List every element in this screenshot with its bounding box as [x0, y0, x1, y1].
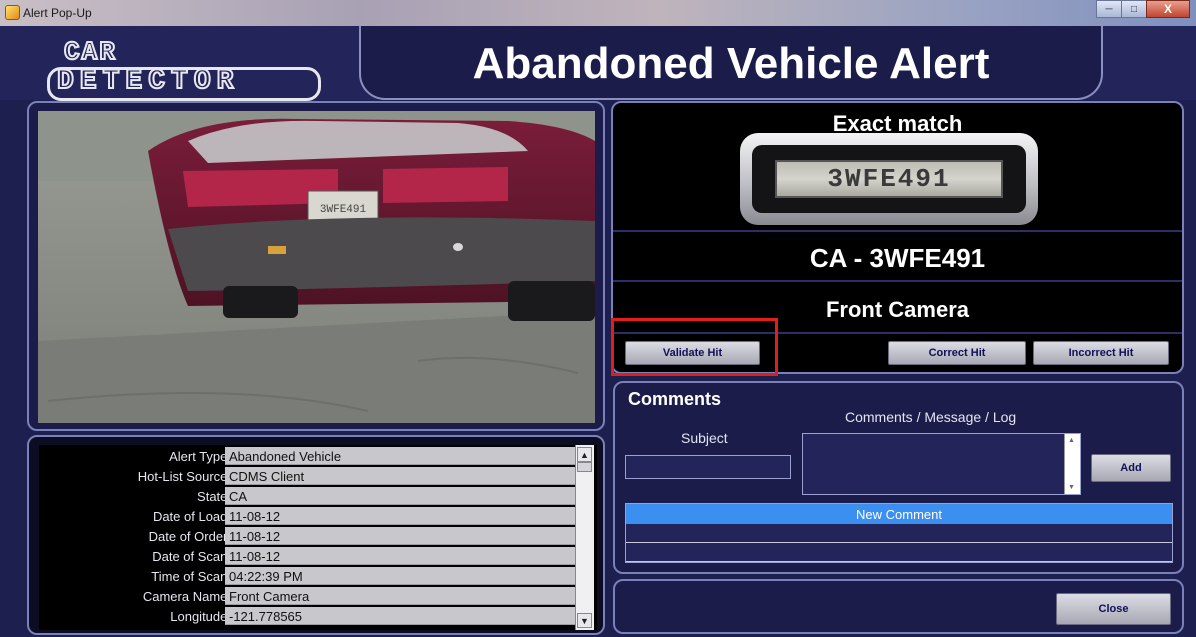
detail-row-alert-type: Alert Type: Abandoned Vehicle: [39, 447, 597, 466]
close-button[interactable]: Close: [1056, 593, 1171, 625]
detail-label: Alert Type:: [169, 449, 231, 464]
detail-row-hot-list-source: Hot-List Source: CDMS Client: [39, 467, 597, 486]
divider: [613, 230, 1182, 232]
app-icon: [5, 5, 20, 20]
divider: [613, 332, 1182, 334]
window-close-button[interactable]: X: [1146, 0, 1190, 18]
detail-value: Abandoned Vehicle: [225, 447, 575, 465]
title-tab: Abandoned Vehicle Alert: [359, 26, 1103, 100]
comments-panel: Comments Comments / Message / Log Subjec…: [613, 381, 1184, 574]
logo-line-car: CAR: [63, 36, 117, 68]
scroll-down-icon: ▼: [580, 615, 589, 626]
subject-label: Subject: [681, 430, 728, 446]
plate-image: 3WFE491: [775, 160, 1003, 198]
detail-value: CDMS Client: [225, 467, 575, 485]
detail-value: 11-08-12: [225, 527, 575, 545]
detail-value: CA: [225, 487, 575, 505]
detail-label: Date of Order:: [148, 529, 231, 544]
alert-details-list[interactable]: Alert Type: Abandoned Vehicle Hot-List S…: [39, 445, 597, 630]
minimize-icon: ─: [1105, 3, 1113, 15]
scroll-up-icon: ▲: [1068, 437, 1075, 444]
scroll-thumb[interactable]: [577, 462, 592, 472]
detail-row-date-of-order: Date of Order: 11-08-12: [39, 527, 597, 546]
message-scrollbar[interactable]: ▲ ▼: [1064, 434, 1080, 494]
scroll-down-button[interactable]: ▼: [577, 613, 592, 628]
camera-name: Front Camera: [825, 297, 970, 322]
page-title: Abandoned Vehicle Alert: [472, 39, 990, 88]
comment-row[interactable]: [626, 543, 1172, 562]
detail-value: -121.778565: [225, 607, 575, 625]
plate-number: CA - 3WFE491: [809, 243, 986, 273]
add-comment-button[interactable]: Add: [1091, 454, 1171, 482]
scroll-down-icon: ▼: [1068, 484, 1075, 491]
scroll-up-button[interactable]: ▲: [577, 447, 592, 462]
scroll-up-icon: ▲: [580, 449, 589, 460]
window-title: Alert Pop-Up: [23, 6, 92, 20]
window-controls: ─ □ X: [1096, 0, 1190, 18]
comments-title: Comments: [628, 389, 722, 409]
detail-value: 04:22:39 PM: [225, 567, 575, 585]
plate-image-frame: 3WFE491: [740, 133, 1038, 225]
logo-line-detector: DETECTOR: [56, 65, 240, 98]
minimize-button[interactable]: ─: [1096, 0, 1122, 18]
window-title-bar: Alert Pop-Up ─ □ X: [0, 0, 1196, 27]
comment-list-selected-row[interactable]: New Comment: [626, 504, 1172, 524]
detail-row-camera-name: Camera Name: Front Camera: [39, 587, 597, 606]
footer-panel: Close: [613, 579, 1184, 634]
correct-hit-button[interactable]: Correct Hit: [888, 341, 1026, 365]
detail-label: Longitude:: [170, 609, 231, 624]
comment-message-input[interactable]: ▲ ▼: [802, 433, 1081, 495]
validate-hit-button[interactable]: Validate Hit: [625, 341, 760, 365]
vehicle-photo-panel: 3WFE491: [27, 101, 605, 431]
divider: [613, 280, 1182, 282]
comment-row[interactable]: [626, 524, 1172, 543]
detail-row-time-of-scan: Time of Scan: 04:22:39 PM: [39, 567, 597, 586]
incorrect-hit-button[interactable]: Incorrect Hit: [1033, 341, 1169, 365]
car-detector-logo: CAR DETECTOR: [42, 36, 328, 101]
detail-label: Hot-List Source:: [137, 469, 231, 484]
detail-label: Time of Scan:: [151, 569, 231, 584]
vehicle-photo: 3WFE491: [38, 111, 595, 423]
header: CAR DETECTOR Abandoned Vehicle Alert: [0, 26, 1196, 101]
details-scrollbar[interactable]: ▲ ▼: [575, 445, 594, 630]
detail-label: Date of Scan:: [152, 549, 231, 564]
detail-value: 11-08-12: [225, 507, 575, 525]
detail-value: 11-08-12: [225, 547, 575, 565]
comments-log-label: Comments / Message / Log: [845, 409, 1017, 425]
alert-details-panel: Alert Type: Abandoned Vehicle Hot-List S…: [27, 435, 605, 635]
detail-label: Camera Name:: [142, 589, 231, 604]
comment-list[interactable]: New Comment: [625, 503, 1173, 563]
plate-image-well: 3WFE491: [752, 145, 1026, 213]
subject-input[interactable]: [625, 455, 791, 479]
detail-row-state: State: CA: [39, 487, 597, 506]
maximize-button[interactable]: □: [1121, 0, 1147, 18]
maximize-icon: □: [1130, 3, 1138, 15]
car-plate-text: 3WFE491: [320, 204, 367, 216]
detail-row-date-of-load: Date of Load: 11-08-12: [39, 507, 597, 526]
detail-row-longitude: Longitude: -121.778565: [39, 607, 597, 626]
detail-row-date-of-scan: Date of Scan: 11-08-12: [39, 547, 597, 566]
close-icon: X: [1163, 2, 1172, 16]
detail-label: Date of Load:: [152, 509, 231, 524]
vehicle-photo-image: 3WFE491: [38, 111, 595, 423]
plate-match-panel: Exact match 3WFE491 CA - 3WFE491 Front C…: [611, 101, 1184, 374]
detail-value: Front Camera: [225, 587, 575, 605]
